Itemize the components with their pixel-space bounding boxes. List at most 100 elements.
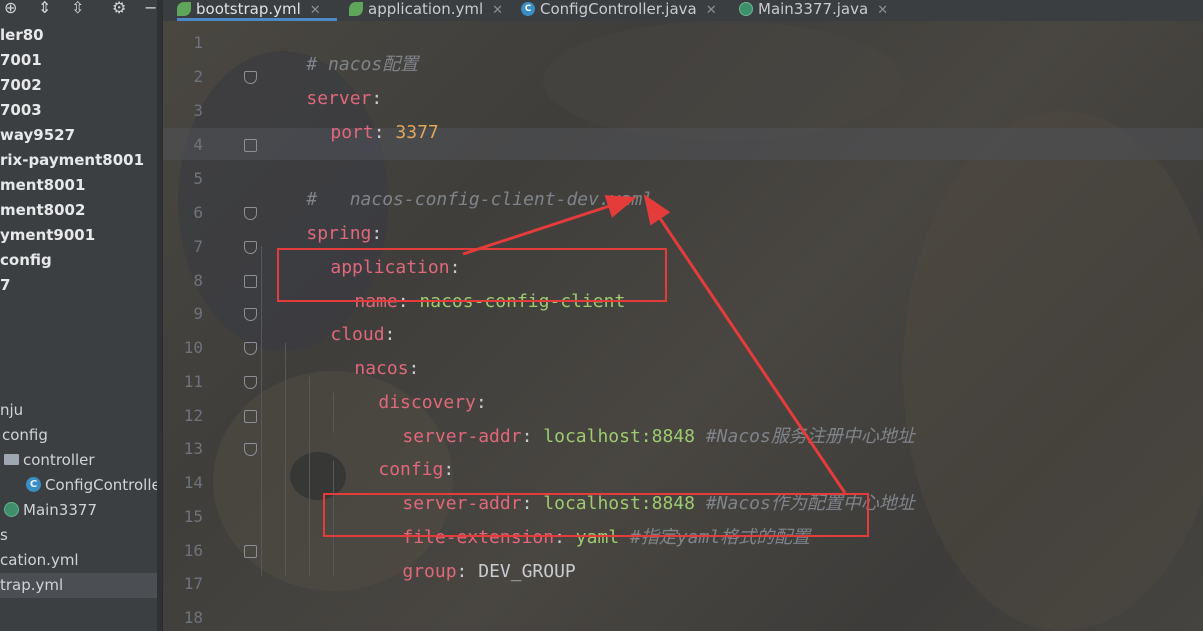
project-sidebar: ⊕ ⇕ ⇳ ⚙ − ler80 7001 7002 7003 way9527 r…: [0, 0, 162, 631]
yaml-icon: [349, 1, 363, 16]
tree-item-label: 7002: [0, 76, 42, 94]
tree-item-module[interactable]: ment8002: [0, 198, 85, 223]
line-number: 7: [193, 237, 203, 256]
editor-tabbar: bootstrap.yml ✕ application.yml ✕ C ConfigC…: [163, 0, 1203, 21]
crosshair-icon[interactable]: ⊕: [4, 0, 17, 17]
tree-item-module[interactable]: way9527: [0, 123, 75, 148]
tree-item-label: nju: [0, 401, 24, 419]
tree-item-label: 7: [0, 276, 11, 294]
tree-item-label: controller: [23, 451, 95, 469]
tree-item-package[interactable]: config: [2, 423, 48, 448]
tree-item-label: s: [0, 526, 8, 544]
yaml-number: 3377: [395, 122, 439, 143]
yaml-comment: #Nacos服务注册中心地址: [705, 426, 915, 447]
tab-label: application.yml: [368, 0, 484, 18]
tree-item-label: ConfigController: [45, 476, 162, 494]
line-number: 2: [193, 67, 203, 86]
indent-guide: [261, 246, 262, 576]
tree-item-module[interactable]: ler80: [0, 23, 44, 48]
line-number: 15: [183, 507, 203, 526]
line-number: 6: [193, 203, 203, 222]
line-number: 1: [193, 33, 203, 52]
line-number: 4: [193, 135, 203, 154]
tree-item-label: ler80: [0, 26, 44, 44]
code-line-16: group: DEV_GROUP: [359, 539, 576, 605]
tree-item-resources[interactable]: s: [0, 523, 8, 548]
folder-icon: [4, 454, 19, 465]
annotation-box-name: [277, 248, 667, 302]
tree-item-configcontroller[interactable]: C ConfigController: [26, 473, 162, 498]
tree-item-label: ment8002: [0, 201, 86, 219]
tree-item-module[interactable]: yment9001: [0, 223, 95, 248]
line-number: 8: [193, 271, 203, 290]
close-icon[interactable]: ✕: [877, 3, 888, 18]
tree-item-module[interactable]: 7002: [0, 73, 42, 98]
tree-item-module[interactable]: ment8001: [0, 173, 85, 198]
close-icon[interactable]: ✕: [492, 3, 503, 18]
tree-item-application-yml[interactable]: cation.yml: [0, 548, 79, 573]
fold-toggle-icon[interactable]: [244, 139, 257, 152]
line-number: 12: [183, 406, 203, 425]
code-line-3: port: 3377: [287, 100, 439, 166]
fold-toggle-icon[interactable]: [244, 410, 257, 423]
tree-item-package[interactable]: nju: [0, 398, 23, 423]
tree-item-main3377[interactable]: Main3377: [4, 498, 97, 523]
tree-item-folder-controller[interactable]: controller: [4, 448, 95, 473]
line-number: 11: [183, 372, 203, 391]
expand-all-icon[interactable]: ⇕: [38, 0, 51, 17]
tree-item-module[interactable]: 7003: [0, 98, 42, 123]
line-number: 17: [183, 574, 203, 593]
tab-configcontroller-java[interactable]: C ConfigController.java ✕: [521, 0, 717, 21]
tree-item-label: yment9001: [0, 226, 96, 244]
tree-item-label: 7001: [0, 51, 42, 69]
tree-item-module[interactable]: 7: [0, 273, 10, 298]
tab-bootstrap-yml[interactable]: bootstrap.yml ✕: [177, 0, 337, 21]
sidebar-splitter[interactable]: [157, 0, 162, 631]
fold-toggle-icon[interactable]: [244, 71, 257, 84]
fold-toggle-icon[interactable]: [244, 275, 257, 288]
class-icon: C: [521, 1, 535, 16]
tree-item-label: config: [0, 251, 52, 269]
fold-toggle-icon[interactable]: [244, 376, 257, 389]
yaml-colon: :: [373, 122, 396, 143]
line-number: 13: [183, 439, 203, 458]
fold-toggle-icon[interactable]: [244, 342, 257, 355]
yaml-colon: :: [456, 561, 479, 582]
yaml-icon: [177, 1, 191, 16]
main-class-icon: [739, 1, 753, 16]
tab-main3377-java[interactable]: Main3377.java ✕: [739, 0, 888, 21]
line-number: 10: [183, 338, 203, 357]
close-icon[interactable]: ✕: [310, 3, 321, 18]
tree-item-bootstrap-yml[interactable]: trap.yml: [0, 573, 162, 598]
fold-toggle-icon[interactable]: [244, 308, 257, 321]
line-number: 14: [183, 473, 203, 492]
yaml-key: port: [330, 122, 374, 143]
tree-item-label: cation.yml: [0, 551, 79, 569]
code-editor[interactable]: 1 2 3 4 5 6 7 8 9 10 11 12 13 14 15 16 1…: [163, 21, 1203, 631]
collapse-all-icon[interactable]: ⇳: [71, 0, 84, 17]
main-class-icon: [4, 502, 19, 517]
indent-guide: [309, 377, 310, 576]
sidebar-toolbar: ⊕ ⇕ ⇳ ⚙ −: [0, 0, 162, 20]
tree-item-label: Main3377: [23, 501, 97, 519]
fold-toggle-icon[interactable]: [244, 545, 257, 558]
tree-item-module[interactable]: config: [0, 248, 52, 273]
tree-item-label: rix-payment8001: [0, 151, 145, 169]
annotation-box-file-extension: [323, 493, 869, 537]
tree-item-label: config: [2, 426, 48, 444]
yaml-value: DEV_GROUP: [478, 561, 576, 582]
class-icon: C: [26, 477, 41, 492]
tree-item-module[interactable]: 7001: [0, 48, 42, 73]
fold-toggle-icon[interactable]: [244, 443, 257, 456]
line-number: 16: [183, 541, 203, 560]
minimize-icon[interactable]: −: [144, 0, 157, 17]
close-icon[interactable]: ✕: [706, 3, 717, 18]
fold-toggle-icon[interactable]: [244, 207, 257, 220]
tree-item-label: ment8001: [0, 176, 86, 194]
fold-toggle-icon[interactable]: [244, 241, 257, 254]
yaml-key: group: [402, 561, 457, 582]
tab-application-yml[interactable]: application.yml ✕: [349, 0, 503, 21]
tree-item-module[interactable]: rix-payment8001: [0, 148, 144, 173]
yaml-colon: :: [521, 426, 544, 447]
gear-icon[interactable]: ⚙: [112, 0, 126, 17]
